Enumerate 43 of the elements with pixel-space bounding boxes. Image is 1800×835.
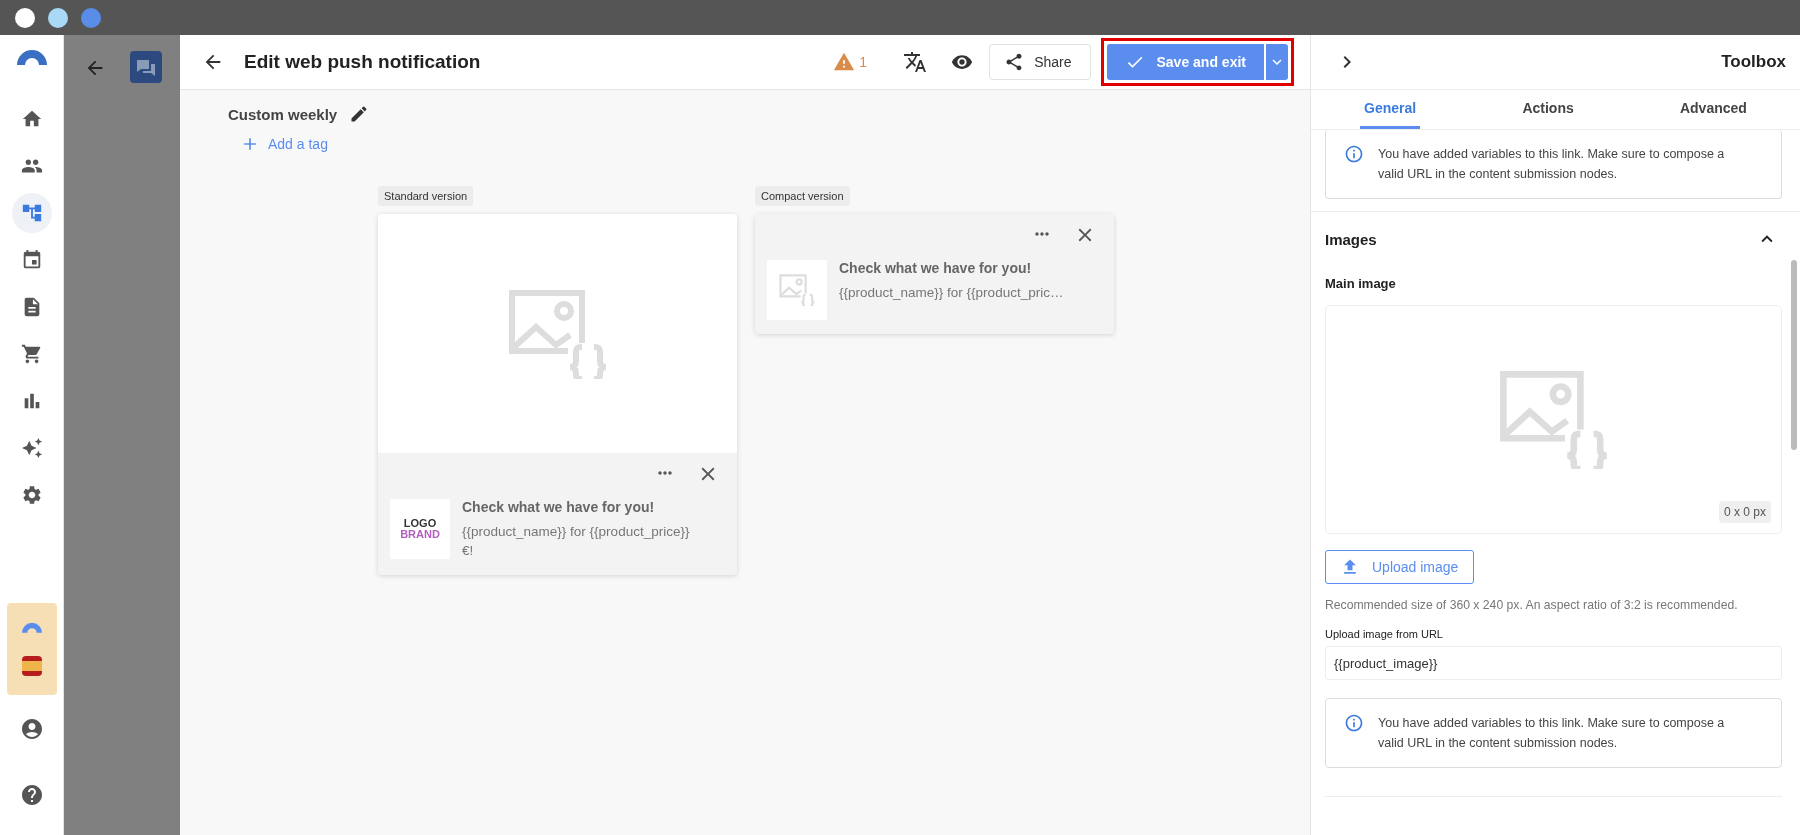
url-input[interactable]: {{product_image}} [1325, 646, 1782, 680]
scrollbar[interactable] [1791, 260, 1797, 450]
app-logo [16, 49, 47, 65]
chat-icon [130, 51, 162, 83]
settings-icon [20, 483, 43, 506]
info-icon [1344, 713, 1364, 733]
campaign-name: Custom weekly [228, 105, 338, 123]
image-placeholder-icon [507, 288, 608, 379]
section-header[interactable]: Images [1325, 212, 1782, 250]
tab[interactable]: General [1360, 90, 1421, 129]
help-glyph-icon [19, 783, 44, 807]
notification-title: Check what we have for you! [839, 260, 1033, 276]
brand-logo: LOGO BRAND [390, 499, 450, 559]
notification-body: {{product_name}} for {{product_price}} €! [462, 523, 691, 560]
info-notice: You have added variables to this link. Make sure to compose a valid URL in the content submission nodes. [1325, 698, 1782, 768]
image-placeholder-icon [1498, 370, 1609, 469]
translate-icon[interactable] [903, 50, 928, 74]
share-button[interactable]: Share [989, 44, 1091, 80]
page-title: Edit web push notification [244, 51, 481, 73]
account-glyph-icon [19, 717, 44, 741]
tab[interactable]: Actions [1518, 90, 1578, 129]
field-label: Main image [1325, 276, 1397, 291]
sparkles-icon [20, 436, 43, 459]
field-label: Upload image from URL [1325, 628, 1444, 640]
flag-icon [21, 655, 42, 676]
version-label: Compact version [755, 186, 850, 206]
window-control[interactable] [15, 7, 35, 28]
info-icon [1344, 144, 1364, 164]
cart-icon [20, 342, 43, 365]
notification-body: {{product_name}} for {{product_pric… [839, 284, 1064, 302]
notification-title: Check what we have for you! [462, 499, 656, 515]
app-logo [21, 622, 42, 634]
warning-count: 1 [859, 54, 868, 70]
promo-card[interactable] [6, 603, 57, 695]
warning-icon[interactable] [833, 51, 856, 73]
hint-text: Recommended size of 360 x 240 px. An aspect ratio of 3:2 is recommended. [1325, 598, 1739, 612]
tab[interactable]: Advanced [1675, 90, 1751, 129]
version-label: Standard version [378, 186, 474, 206]
image-drop-area[interactable]: 0 x 0 px [1325, 305, 1782, 534]
image-placeholder-icon [779, 273, 815, 307]
window-control[interactable] [48, 7, 68, 28]
dimensions-label: 0 x 0 px [1718, 501, 1771, 523]
panel-title: Toolbox [1721, 52, 1786, 72]
